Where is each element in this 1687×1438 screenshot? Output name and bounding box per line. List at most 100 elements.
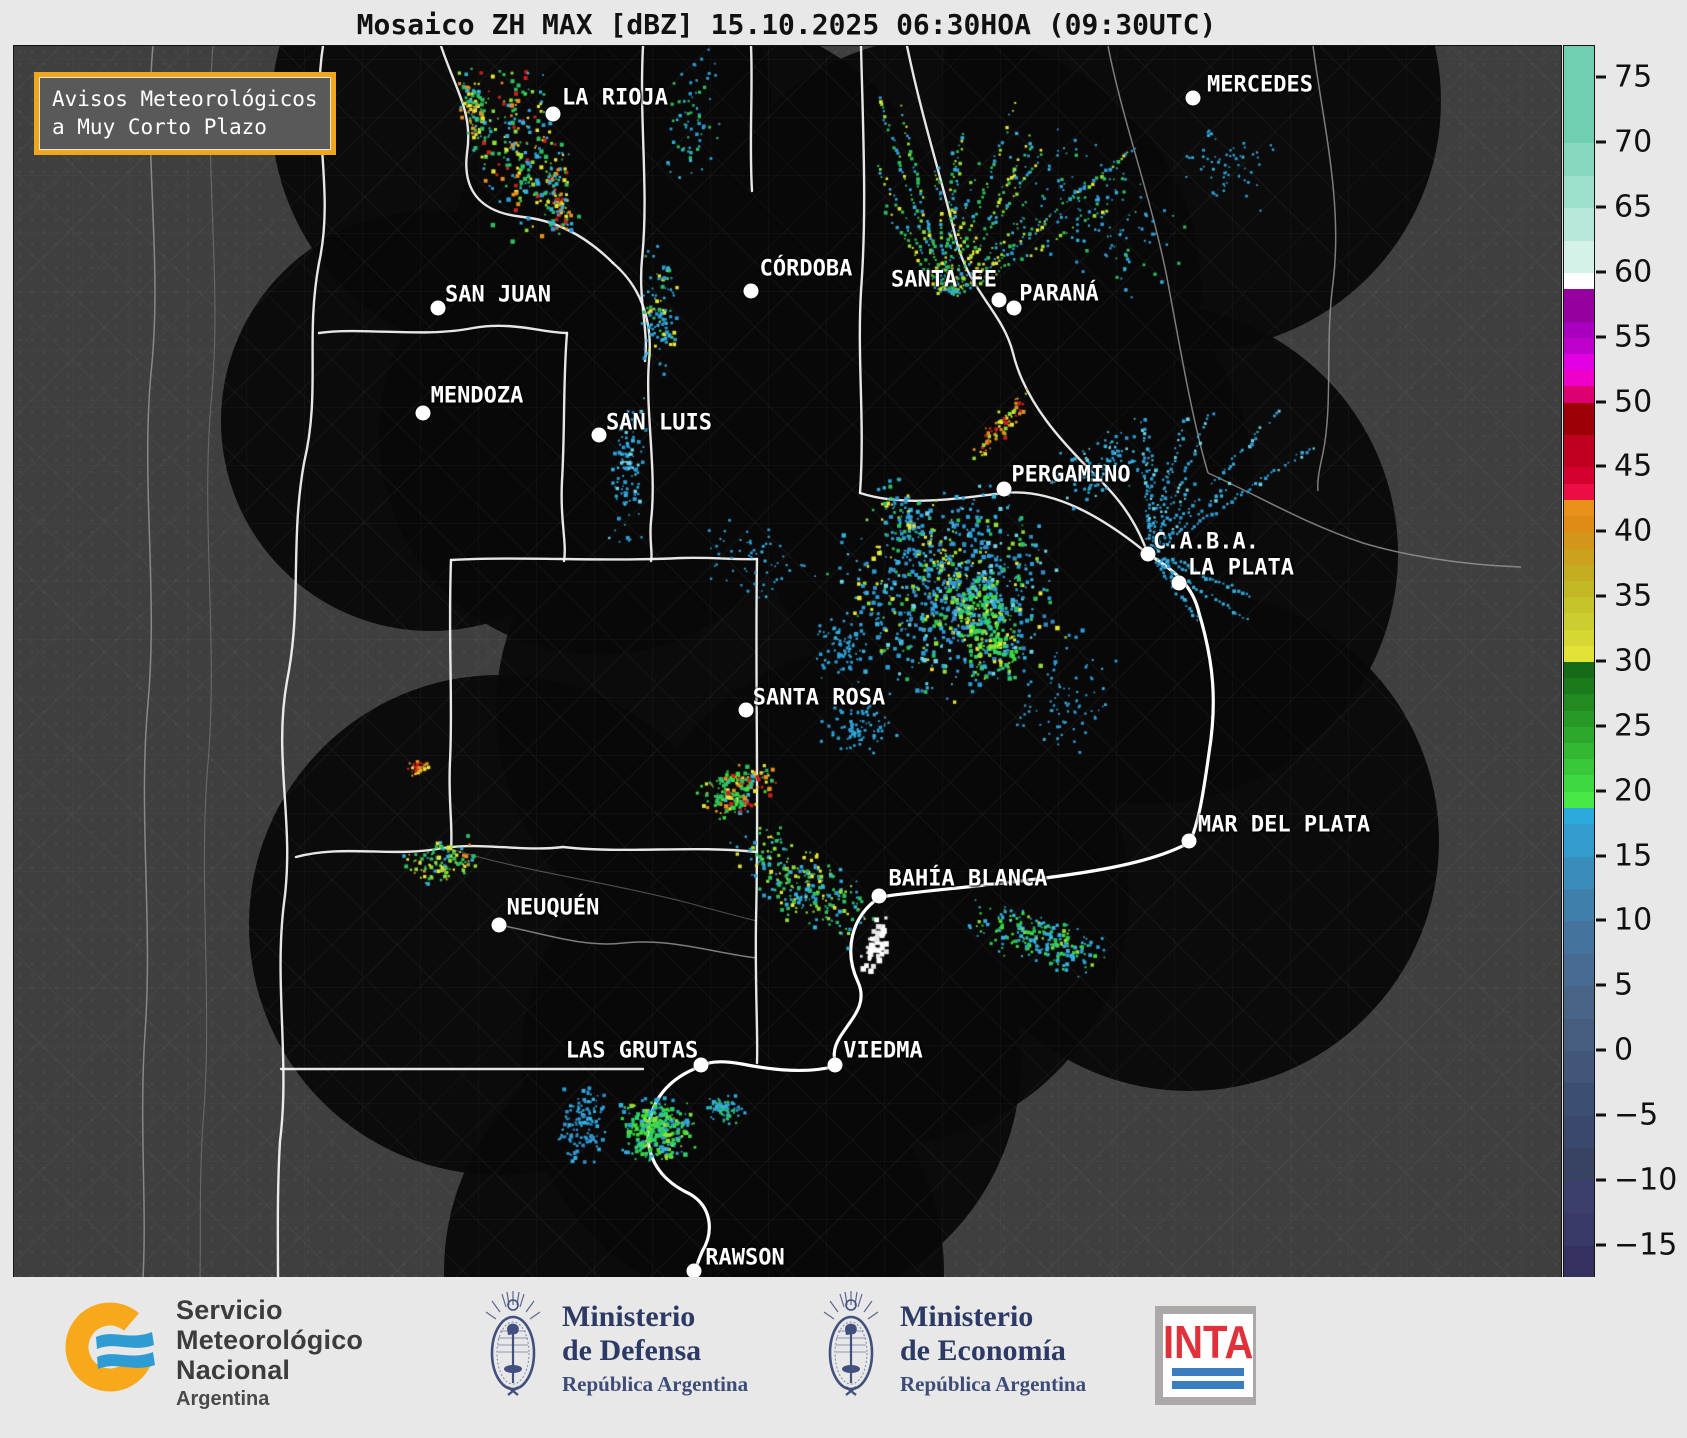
city-label-santa-fe: SANTA FE bbox=[891, 267, 997, 293]
colorbar-segment bbox=[1564, 645, 1594, 663]
colorbar-segment bbox=[1564, 807, 1594, 825]
colorbar-segment bbox=[1564, 1051, 1594, 1085]
defensa-line1: Ministerio bbox=[562, 1299, 696, 1333]
colorbar-tick-label: 75 bbox=[1614, 59, 1653, 95]
colorbar-segment bbox=[1564, 743, 1594, 760]
smn-name-line3: Nacional bbox=[176, 1355, 291, 1385]
city-marker-viedma bbox=[827, 1057, 843, 1073]
city-label-c-a-b-a: C.A.B.A. bbox=[1153, 529, 1259, 555]
city-marker-cordoba bbox=[743, 283, 759, 299]
colorbar-tick bbox=[1596, 1048, 1606, 1052]
coat-of-arms-icon bbox=[823, 1291, 879, 1396]
colorbar-segment bbox=[1564, 856, 1594, 890]
colorbar-segment bbox=[1564, 143, 1594, 177]
colorbar-segment bbox=[1564, 272, 1594, 290]
city-marker-mar-del-plata bbox=[1181, 833, 1197, 849]
economia-line2: de Economía bbox=[900, 1333, 1066, 1367]
colorbar-segment bbox=[1564, 1213, 1594, 1247]
colorbar-tick-label: 45 bbox=[1614, 448, 1653, 484]
city-label-san-luis: SAN LUIS bbox=[606, 410, 712, 436]
city-label-la-rioja: LA RIOJA bbox=[562, 85, 668, 111]
city-label-mendoza: MENDOZA bbox=[430, 383, 524, 409]
city-label-san-juan: SAN JUAN bbox=[445, 282, 551, 308]
colorbar-segment bbox=[1564, 1018, 1594, 1052]
colorbar-tick-label: 70 bbox=[1614, 124, 1653, 160]
city-marker-mendoza bbox=[415, 405, 431, 421]
colorbar-ticks: 75 70 65 60 55 50 45 40 35 30 25 20 15 10 5 0 −5 −10 −15 bbox=[1596, 45, 1686, 1277]
ministerio-economia-logo: Ministerio de Economía República Argenti… bbox=[818, 1283, 1086, 1413]
colorbar-segment bbox=[1564, 888, 1594, 922]
city-marker-santa-rosa bbox=[738, 702, 754, 718]
colorbar-segment bbox=[1564, 402, 1594, 436]
footer-logos: Servicio Meteorológico Nacional Argentin… bbox=[0, 1277, 1687, 1438]
colorbar-segment bbox=[1564, 46, 1594, 144]
colorbar-segment bbox=[1564, 548, 1594, 566]
colorbar-segment bbox=[1564, 710, 1594, 728]
colorbar-segment bbox=[1564, 694, 1594, 712]
colorbar-tick-label: −10 bbox=[1614, 1162, 1678, 1198]
colorbar-tick-label: 0 bbox=[1614, 1032, 1634, 1068]
page-title: Mosaico ZH MAX [dBZ] 15.10.2025 06:30HOA… bbox=[356, 8, 1217, 41]
colorbar-tick bbox=[1596, 140, 1606, 144]
colorbar-segment bbox=[1564, 775, 1594, 793]
colorbar-segment bbox=[1564, 483, 1594, 501]
colorbar-tick bbox=[1596, 464, 1606, 468]
colorbar-tick-label: 60 bbox=[1614, 254, 1653, 290]
colorbar-tick bbox=[1596, 1178, 1606, 1182]
radar-mosaic-page: Mosaico ZH MAX [dBZ] 15.10.2025 06:30HOA… bbox=[0, 0, 1687, 1438]
colorbar-tick bbox=[1596, 529, 1606, 533]
colorbar bbox=[1563, 45, 1595, 1279]
city-marker-pergamino bbox=[996, 481, 1012, 497]
colorbar-segment bbox=[1564, 662, 1594, 679]
smn-name-line4: Argentina bbox=[176, 1388, 270, 1410]
defensa-line2: de Defensa bbox=[562, 1333, 702, 1367]
colorbar-tick bbox=[1596, 854, 1606, 858]
colorbar-tick bbox=[1596, 594, 1606, 598]
colorbar-segment bbox=[1564, 597, 1594, 614]
city-label-las-grutas: LAS GRUTAS bbox=[565, 1038, 699, 1064]
colorbar-segment bbox=[1564, 516, 1594, 533]
economia-sub: República Argentina bbox=[900, 1371, 1087, 1396]
economia-line1: Ministerio bbox=[900, 1299, 1034, 1333]
colorbar-tick bbox=[1596, 205, 1606, 209]
city-marker-san-luis bbox=[591, 427, 607, 443]
colorbar-segment bbox=[1564, 499, 1594, 517]
city-marker-santa-fe bbox=[991, 292, 1007, 308]
colorbar-tick bbox=[1596, 1243, 1606, 1247]
colorbar-segment bbox=[1564, 289, 1594, 323]
colorbar-segment bbox=[1564, 580, 1594, 598]
colorbar-segment bbox=[1564, 435, 1594, 469]
colorbar-tick bbox=[1596, 400, 1606, 404]
colorbar-segment bbox=[1564, 354, 1594, 371]
colorbar-segment bbox=[1564, 1245, 1594, 1279]
city-layer: MERCEDES LA RIOJA SAN JUAN CÓRDOBA SANTA FE P… bbox=[14, 46, 1561, 1278]
colorbar-segment bbox=[1564, 759, 1594, 777]
city-marker-la-rioja bbox=[545, 106, 561, 122]
warning-banner[interactable]: Avisos Meteorológicos a Muy Corto Plazo bbox=[34, 72, 336, 155]
smn-name-line2: Meteorológico bbox=[176, 1325, 364, 1355]
colorbar-segment bbox=[1564, 678, 1594, 696]
colorbar-segment bbox=[1564, 629, 1594, 647]
warning-line-1: Avisos Meteorológicos bbox=[52, 87, 318, 111]
colorbar-segment bbox=[1564, 175, 1594, 209]
city-label-parana: PARANÁ bbox=[1019, 281, 1099, 307]
colorbar-segment bbox=[1564, 726, 1594, 744]
smn-name-line1: Servicio bbox=[176, 1295, 283, 1325]
colorbar-segment bbox=[1564, 532, 1594, 550]
colorbar-segment bbox=[1564, 613, 1594, 631]
colorbar-segment bbox=[1564, 1180, 1594, 1214]
colorbar-tick bbox=[1596, 335, 1606, 339]
colorbar-segment bbox=[1564, 921, 1594, 955]
colorbar-segment bbox=[1564, 564, 1594, 582]
colorbar-segment bbox=[1564, 240, 1594, 274]
smn-logo: Servicio Meteorológico Nacional Argentin… bbox=[62, 1295, 363, 1411]
colorbar-segment bbox=[1564, 1148, 1594, 1182]
city-label-cordoba: CÓRDOBA bbox=[759, 256, 853, 282]
inta-logo: INTA bbox=[1155, 1306, 1256, 1405]
colorbar-segment bbox=[1564, 467, 1594, 485]
colorbar-segment bbox=[1564, 321, 1594, 339]
colorbar-segment bbox=[1564, 791, 1594, 809]
colorbar-tick bbox=[1596, 75, 1606, 79]
colorbar-tick-label: 10 bbox=[1614, 902, 1653, 938]
city-label-santa-rosa: SANTA ROSA bbox=[752, 685, 886, 711]
